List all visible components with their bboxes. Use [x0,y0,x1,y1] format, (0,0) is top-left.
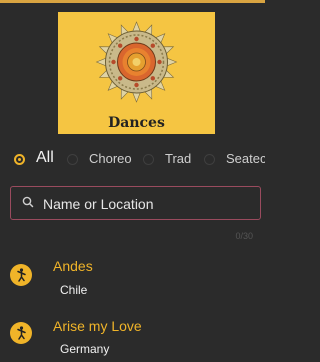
dancer-icon [10,264,32,286]
filter-trad-radio[interactable] [143,154,154,165]
character-counter: 0/30 [235,231,253,241]
dance-location: Germany [60,342,110,356]
dance-title: Andes [53,258,93,274]
dance-type-filter: All Choreo Trad Seatec [0,150,265,170]
filter-trad-label[interactable]: Trad [165,151,191,166]
dance-title: Arise my Love [53,318,142,334]
dancer-icon [10,322,32,344]
search-icon [22,196,34,208]
filter-all-label[interactable]: All [36,150,54,167]
dances-logo-card: Dances [58,12,215,134]
filter-choreo-radio[interactable] [67,154,78,165]
search-input[interactable]: Name or Location [10,186,261,220]
search-placeholder: Name or Location [43,196,154,212]
filter-all-radio[interactable] [14,154,25,165]
dance-location: Chile [60,283,88,297]
logo-title: Dances [108,115,165,131]
filter-seated-radio[interactable] [204,154,215,165]
filter-seated-label[interactable]: Seatec [226,151,265,166]
list-item[interactable]: Arise my Love Germany [0,312,265,362]
status-strip [0,0,265,3]
filter-choreo-label[interactable]: Choreo [89,151,132,166]
list-item[interactable]: Andes Chile [0,252,265,302]
